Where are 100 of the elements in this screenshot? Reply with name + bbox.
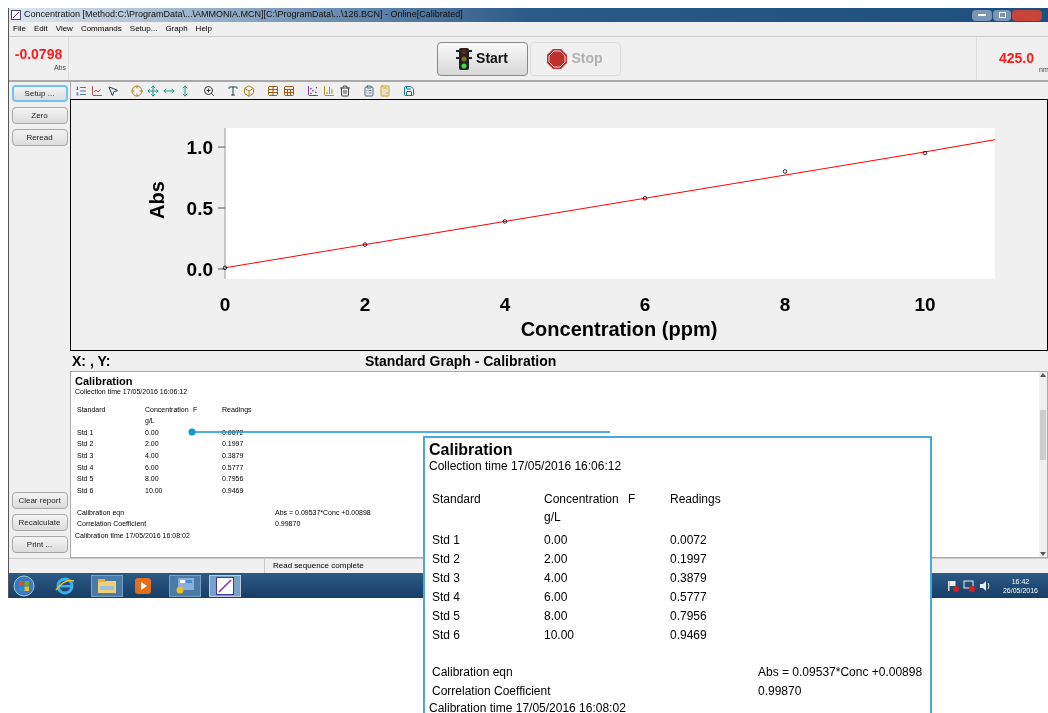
side-button[interactable]: Setup ... [11,85,68,102]
x-tick-label: 10 [914,294,936,315]
table-cell-text: 0.00 [544,531,569,549]
table-cell-text: 0.3879 [670,569,707,587]
data-point [642,196,648,201]
scroll-thumb[interactable] [1040,409,1046,460]
folder-icon [98,578,116,593]
minimize-button[interactable] [972,9,992,21]
table-cell-text: 6.00 [544,588,569,606]
start-button[interactable]: Start [436,41,528,76]
pointer-icon[interactable] [107,84,119,97]
stop-sign-icon [547,48,568,69]
cube-icon[interactable] [243,84,255,97]
traffic-light-icon [456,47,473,70]
data-point [502,219,508,224]
cursor-readout: X: , Y: [71,351,111,371]
speaker-icon[interactable] [978,579,991,592]
column-header: Readings [670,491,721,508]
column-header: Standard [432,491,482,508]
menu-item[interactable]: Setup... [129,23,158,35]
unit-label: g/L [544,509,561,526]
maximize-button[interactable] [993,9,1011,21]
scroll-up-icon[interactable] [1040,372,1046,378]
table-cell-text: Std 6 [432,626,462,644]
browser-icon[interactable] [55,575,75,596]
collection-time: Collection time 17/05/2016 16:06:12 [429,459,622,474]
y-tick-label: 1.0 [186,137,213,159]
taskbar-item[interactable] [209,574,241,597]
text-icon[interactable] [227,84,239,97]
column-header: Concentration [544,491,619,508]
x-tick-label: 2 [359,294,371,315]
table-icon[interactable] [267,84,279,97]
table-cell-text: 0.0072 [670,531,707,549]
column-header: F [628,491,637,508]
chart-app-icon [216,576,234,595]
data-point [362,242,368,247]
move-icon[interactable] [147,84,159,97]
table-cell-text: 8.00 [544,607,569,625]
scrollbar[interactable] [1039,372,1047,557]
trash-icon[interactable] [339,84,351,97]
calibration-time: Calibration time 17/05/2016 16:08:02 [429,700,626,713]
report-title: Calibration [75,375,133,387]
stat-value: Abs = 0.09537*Conc +0.00898 [758,663,923,681]
x-axis-title: Concentration (ppm) [520,318,718,340]
table-cell-text: 0.5777 [670,588,707,606]
table-cell-text: 0.9469 [670,626,707,644]
menu-item[interactable]: Edit [33,23,48,35]
list-icon[interactable] [75,84,87,97]
table-cell-text: 2.00 [544,550,569,568]
table-cell-text: Std 5 [432,607,462,625]
side-button[interactable]: Clear report [11,492,68,509]
table-cell-text: 10.00 [544,626,576,644]
scroll-down-icon[interactable] [1040,551,1046,557]
chart-icon[interactable] [91,84,103,97]
side-button[interactable]: Print ... [11,536,68,553]
reading-value: 425.0 [999,49,1036,68]
table-cell-text: Std 1 [432,531,462,549]
side-button[interactable]: Recalculate [11,514,68,531]
window-title: Concentration [Method:C:\ProgramData\...\AMMONIA.MCN][C:\ProgramData\...\126.BCN] - Online[Calibrated] [24,8,463,22]
stat-value: 0.99870 [758,682,802,700]
status-text: Read sequence complete [272,560,364,572]
control-panel-icon [176,577,194,594]
menu-item[interactable]: View [55,23,73,35]
stat-label: Correlation Coefficient [432,682,552,700]
x-tick-label: 0 [219,294,231,315]
table-cell-text: Std 2 [432,550,462,568]
data-point [782,169,788,174]
network-icon[interactable] [962,579,975,592]
side-button[interactable]: Zero [11,107,68,124]
menu-item[interactable]: Graph [165,23,188,35]
flag-icon[interactable] [946,579,959,592]
save-icon[interactable] [403,84,415,97]
report-title: Calibration [429,440,513,459]
clipboard-icon[interactable] [363,84,375,97]
stat-label: Calibration eqn [432,663,514,681]
y-axis-title: Abs [146,181,168,219]
data-point [922,150,928,156]
x-tick-label: 4 [499,294,511,315]
taskbar-item[interactable] [169,574,201,597]
table-cell-text: Std 3 [432,569,462,587]
scatter-icon[interactable] [307,84,319,97]
x-tick-label: 6 [639,294,651,315]
table-cell-text: 0.1997 [670,550,707,568]
table-cell-text: 0.7956 [670,607,707,625]
y-tick-label: 0.5 [186,198,213,219]
x-tick-label: 8 [779,294,791,315]
sheet-icon[interactable] [283,84,295,97]
menu-item[interactable]: Help [195,23,213,35]
zoom-icon[interactable] [203,84,215,97]
table-cell-text: 4.00 [544,569,569,587]
menu-item[interactable]: Commands [80,23,122,35]
media-player-icon[interactable] [135,577,151,594]
side-button[interactable]: Reread [11,129,68,146]
graph-caption: Standard Graph - Calibration [365,351,557,371]
y-tick-label: 0.0 [186,259,213,280]
table-cell-text: Std 4 [432,588,462,606]
taskbar-item[interactable] [91,574,123,597]
data-point [222,265,228,270]
start-orb-icon[interactable] [13,574,35,597]
menu-item[interactable]: File [13,23,26,35]
